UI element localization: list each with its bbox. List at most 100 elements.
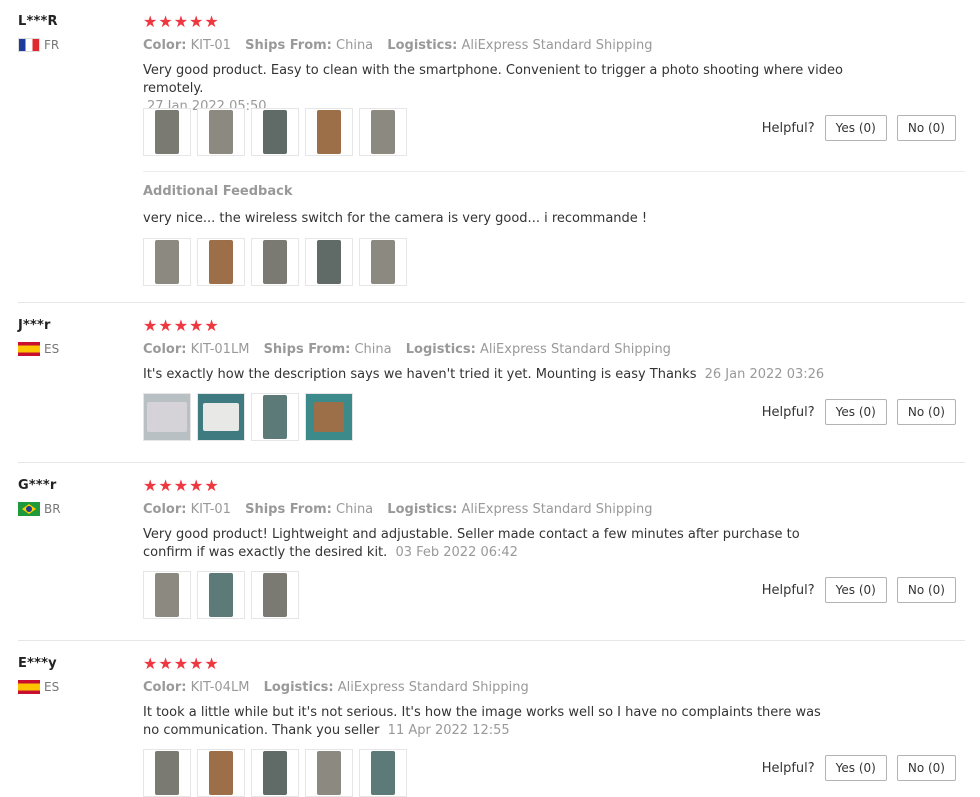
helpful-label: Helpful? <box>761 120 815 136</box>
logistics-value: AliExpress Standard Shipping <box>461 38 653 53</box>
ships-from-label: Ships From: <box>263 342 351 357</box>
helpful-yes-button[interactable]: Yes (0) <box>824 577 887 603</box>
review-photo[interactable] <box>359 749 407 797</box>
color-value: KIT-01 <box>190 502 231 517</box>
france-flag-icon <box>18 38 40 52</box>
color-value: KIT-01LM <box>190 342 250 357</box>
review-body: Very good product. Easy to clean with th… <box>143 63 843 96</box>
reviewer-country: ES <box>18 680 59 694</box>
review-photo[interactable] <box>251 571 299 619</box>
sku-info: Color: KIT-01 Ships From: China Logistic… <box>143 38 652 53</box>
reviewer-name: L***R <box>18 14 58 29</box>
reviewer-info: L***R FR <box>18 14 59 52</box>
review-photo[interactable] <box>197 108 245 156</box>
reviewer-info: E***y ES <box>18 656 59 694</box>
helpful-no-button[interactable]: No (0) <box>896 115 956 141</box>
logistics-label: Logistics: <box>387 38 458 53</box>
review-photo[interactable] <box>305 238 353 286</box>
additional-feedback-title: Additional Feedback <box>143 184 293 199</box>
review-photo[interactable] <box>143 393 191 441</box>
review-divider <box>18 302 965 303</box>
country-code: BR <box>44 502 61 516</box>
star-rating: ★★★★★ <box>143 12 220 31</box>
review-photo[interactable] <box>305 749 353 797</box>
helpful-label: Helpful? <box>761 760 815 776</box>
ships-from-value: China <box>336 502 374 517</box>
helpful-yes-button[interactable]: Yes (0) <box>824 755 887 781</box>
logistics-value: AliExpress Standard Shipping <box>337 680 529 695</box>
review-text: It's exactly how the description says we… <box>143 366 923 384</box>
review-photos <box>143 571 299 619</box>
review-photo[interactable] <box>143 571 191 619</box>
review-photo[interactable] <box>251 393 299 441</box>
review-divider <box>18 462 965 463</box>
review-photo[interactable] <box>251 108 299 156</box>
review-photos <box>143 108 407 156</box>
color-value: KIT-04LM <box>190 680 250 695</box>
reviewer-info: J***r ES <box>18 318 59 356</box>
review-photo[interactable] <box>197 571 245 619</box>
helpful-label: Helpful? <box>761 582 815 598</box>
review-photo[interactable] <box>197 238 245 286</box>
review-photo[interactable] <box>143 108 191 156</box>
review-photos <box>143 393 353 441</box>
review-photo[interactable] <box>305 108 353 156</box>
additional-feedback-text: very nice... the wireless switch for the… <box>143 211 648 226</box>
logistics-value: AliExpress Standard Shipping <box>479 342 671 357</box>
helpful-no-button[interactable]: No (0) <box>896 577 956 603</box>
ships-from-label: Ships From: <box>245 38 332 53</box>
color-label: Color: <box>143 680 187 695</box>
sku-info: Color: KIT-04LM Logistics: AliExpress St… <box>143 680 529 695</box>
reviewer-info: G***r BR <box>18 478 61 516</box>
ships-from-value: China <box>336 38 374 53</box>
color-value: KIT-01 <box>190 38 231 53</box>
review-photo[interactable] <box>305 393 353 441</box>
review-date: 11 Apr 2022 12:55 <box>387 723 510 738</box>
reviewer-country: ES <box>18 342 59 356</box>
color-label: Color: <box>143 38 187 53</box>
star-rating: ★★★★★ <box>143 476 220 495</box>
review-photo[interactable] <box>143 749 191 797</box>
review-photo[interactable] <box>251 238 299 286</box>
helpful-votes: Helpful? Yes (0) No (0) <box>762 577 956 603</box>
logistics-label: Logistics: <box>387 502 458 517</box>
reviewer-name: J***r <box>18 318 51 333</box>
helpful-label: Helpful? <box>761 404 815 420</box>
reviewer-country: BR <box>18 502 61 516</box>
country-code: ES <box>44 680 60 694</box>
helpful-votes: Helpful? Yes (0) No (0) <box>762 755 956 781</box>
review-photos <box>143 749 407 797</box>
review-photo[interactable] <box>197 393 245 441</box>
review-photo[interactable] <box>251 749 299 797</box>
review-photo[interactable] <box>359 108 407 156</box>
color-label: Color: <box>143 342 187 357</box>
helpful-yes-button[interactable]: Yes (0) <box>824 115 887 141</box>
brazil-flag-icon <box>18 502 40 516</box>
review-text: Very good product! Lightweight and adjus… <box>143 526 843 562</box>
review-text: It took a little while but it's not seri… <box>143 704 823 740</box>
divider <box>143 171 965 172</box>
spain-flag-icon <box>18 342 40 356</box>
helpful-votes: Helpful? Yes (0) No (0) <box>762 399 956 425</box>
country-code: FR <box>44 38 60 52</box>
helpful-yes-button[interactable]: Yes (0) <box>824 399 887 425</box>
star-rating: ★★★★★ <box>143 316 220 335</box>
review-photo[interactable] <box>143 238 191 286</box>
logistics-label: Logistics: <box>405 342 476 357</box>
spain-flag-icon <box>18 680 40 694</box>
reviewer-name: G***r <box>18 478 57 493</box>
reviewer-name: E***y <box>18 656 57 671</box>
review-photo[interactable] <box>359 238 407 286</box>
ships-from-label: Ships From: <box>245 502 332 517</box>
ships-from-value: China <box>354 342 392 357</box>
helpful-no-button[interactable]: No (0) <box>896 755 956 781</box>
helpful-votes: Helpful? Yes (0) No (0) <box>762 115 956 141</box>
review-photo[interactable] <box>197 749 245 797</box>
logistics-value: AliExpress Standard Shipping <box>461 502 653 517</box>
review-divider <box>18 640 965 641</box>
country-code: ES <box>44 342 60 356</box>
color-label: Color: <box>143 502 187 517</box>
review-date: 03 Feb 2022 06:42 <box>395 545 518 560</box>
helpful-no-button[interactable]: No (0) <box>896 399 956 425</box>
additional-photos <box>143 238 407 286</box>
